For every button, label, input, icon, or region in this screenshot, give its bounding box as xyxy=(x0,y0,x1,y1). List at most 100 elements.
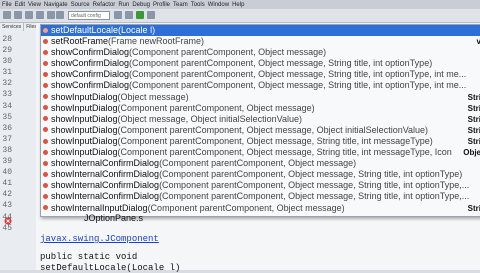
line-number: 38 xyxy=(2,145,12,155)
return-type: Stri xyxy=(465,91,480,103)
method-icon xyxy=(43,194,48,200)
code-completion-popup: setDefaultLocale(Locale l) setRootFrame(F… xyxy=(40,24,480,217)
line-number-gutter: 28 29 30 31 32 33 34 35 36 37 38 39 40 41 42 43 44 45 xyxy=(0,34,14,234)
method-signature: (Locale l) xyxy=(118,25,156,35)
menu-item[interactable]: Refactor xyxy=(93,2,116,8)
menu-item[interactable]: Debug xyxy=(132,2,150,8)
new-project-icon[interactable] xyxy=(14,11,22,19)
method-name: showInputDialog xyxy=(51,124,118,135)
menu-item[interactable]: Run xyxy=(118,2,129,8)
completion-item[interactable]: showInternalConfirmDialog(Component pare… xyxy=(41,158,480,169)
method-signature: (Component parentComponent, Object messa… xyxy=(159,169,463,180)
line-number: 29 xyxy=(2,46,12,56)
javadoc-signature-line1: public static void xyxy=(40,252,138,262)
panel-tab[interactable]: Services xyxy=(0,23,25,31)
completion-item[interactable]: showInternalInputDialog(Component parent… xyxy=(41,202,480,214)
method-name: showConfirmDialog xyxy=(51,47,130,58)
line-number: 31 xyxy=(2,68,12,78)
redo-icon[interactable] xyxy=(56,11,64,19)
completion-item[interactable]: showConfirmDialog(Component parentCompon… xyxy=(41,80,480,91)
method-name: showInputDialog xyxy=(51,91,118,102)
clean-build-icon[interactable] xyxy=(125,11,133,19)
line-number: 39 xyxy=(2,157,12,167)
completion-item[interactable]: showInternalConfirmDialog(Component pare… xyxy=(41,169,480,180)
method-name: showInternalConfirmDialog xyxy=(51,169,160,180)
menu-item[interactable]: Navigate xyxy=(44,2,68,8)
method-icon xyxy=(43,83,48,89)
method-icon xyxy=(43,38,48,44)
method-name: showInternalInputDialog xyxy=(51,202,148,213)
method-name: showInputDialog xyxy=(51,147,118,158)
config-combo[interactable]: default config xyxy=(68,11,110,20)
method-icon xyxy=(43,60,48,66)
method-signature: (Component parentComponent, Object messa… xyxy=(147,202,345,213)
open-icon[interactable] xyxy=(25,11,33,19)
method-name: showInputDialog xyxy=(51,135,118,146)
completion-item[interactable]: showInputDialog(Component parentComponen… xyxy=(41,135,480,148)
completion-item[interactable]: setRootFrame(Frame newRootFrame) v xyxy=(41,36,480,48)
menu-item[interactable]: Profile xyxy=(153,2,170,8)
line-number: 33 xyxy=(2,90,12,100)
new-file-icon[interactable] xyxy=(3,11,11,19)
method-signature: (Component parentComponent, Object messa… xyxy=(117,102,315,113)
menu-item[interactable]: Source xyxy=(71,2,90,8)
method-signature: (Component parentComponent, Object messa… xyxy=(117,147,452,158)
method-name: showConfirmDialog xyxy=(51,69,130,80)
completion-item[interactable]: showInputDialog(Component parentComponen… xyxy=(41,147,480,159)
menu-item[interactable]: Window xyxy=(208,2,229,8)
partial-code-line[interactable]: JOptionPane.s xyxy=(84,213,143,223)
completion-item[interactable]: showConfirmDialog(Component parentCompon… xyxy=(41,58,480,69)
panel-tabs: ServicesFilesProje xyxy=(0,23,57,31)
build-icon[interactable] xyxy=(114,11,122,19)
method-icon xyxy=(43,72,48,77)
return-type: Stri xyxy=(465,113,480,125)
method-name: setRootFrame xyxy=(51,36,109,47)
method-name: showConfirmDialog xyxy=(51,80,130,91)
return-type: Stri xyxy=(465,135,480,148)
method-icon xyxy=(43,205,48,211)
method-name: showInternalConfirmDialog xyxy=(51,191,160,202)
menu-item[interactable]: Tools xyxy=(191,2,205,8)
completion-item[interactable]: showInputDialog(Object message, Object i… xyxy=(41,113,480,125)
line-number: 41 xyxy=(2,179,12,189)
method-icon xyxy=(43,127,48,133)
menu-item[interactable]: Team xyxy=(173,2,188,8)
method-signature: (Frame newRootFrame) xyxy=(108,36,205,47)
javadoc-link-text[interactable]: javax.swing.JComponent xyxy=(40,234,159,244)
run-icon[interactable] xyxy=(136,11,144,19)
completion-item[interactable]: showInternalConfirmDialog(Component pare… xyxy=(41,180,480,191)
menu-item[interactable]: File xyxy=(2,2,12,8)
method-signature: (Component parentComponent, Object messa… xyxy=(159,191,470,202)
return-type: Stri xyxy=(465,102,480,114)
method-signature: (Object message, Object initialSelection… xyxy=(117,113,302,124)
completion-item[interactable]: showInputDialog(Object message) Stri xyxy=(41,91,480,103)
line-number: 32 xyxy=(2,79,12,89)
undo-icon[interactable] xyxy=(47,11,55,19)
method-signature: (Object message) xyxy=(117,91,189,102)
method-name: setDefaultLocale xyxy=(51,25,119,35)
completion-item-selected[interactable]: setDefaultLocale(Locale l) xyxy=(41,25,480,37)
return-type: Stri xyxy=(465,202,480,214)
completion-item[interactable]: showConfirmDialog(Component parentCompon… xyxy=(41,69,480,80)
menu-item[interactable]: View xyxy=(28,2,41,8)
line-number: 28 xyxy=(2,35,12,44)
method-signature: (Component parentComponent, Object messa… xyxy=(129,80,467,91)
method-signature: (Component parentComponent, Object messa… xyxy=(129,69,467,80)
menu-item[interactable]: Help xyxy=(232,2,244,8)
line-number: 35 xyxy=(2,112,12,122)
completion-item[interactable]: showInputDialog(Component parentComponen… xyxy=(41,124,480,136)
save-icon[interactable] xyxy=(36,11,44,19)
debug-icon[interactable] xyxy=(147,11,155,19)
completion-item[interactable]: showInternalConfirmDialog(Component pare… xyxy=(41,191,480,202)
method-icon xyxy=(43,105,48,111)
menu-item[interactable]: Edit xyxy=(15,2,25,8)
method-name: showInputDialog xyxy=(51,102,118,113)
javadoc-signature-line2: setDefaultLocale(Locale l) xyxy=(40,263,181,273)
line-number: 42 xyxy=(2,190,12,200)
javadoc-link[interactable]: javax.swing.JComponent xyxy=(40,234,159,244)
method-signature: (Component parentComponent, Object messa… xyxy=(159,158,357,169)
method-signature: (Component parentComponent, Object messa… xyxy=(117,124,429,135)
completion-item[interactable]: showInputDialog(Component parentComponen… xyxy=(41,102,480,114)
completion-item[interactable]: showConfirmDialog(Component parentCompon… xyxy=(41,47,480,58)
method-name: showInputDialog xyxy=(51,113,118,124)
